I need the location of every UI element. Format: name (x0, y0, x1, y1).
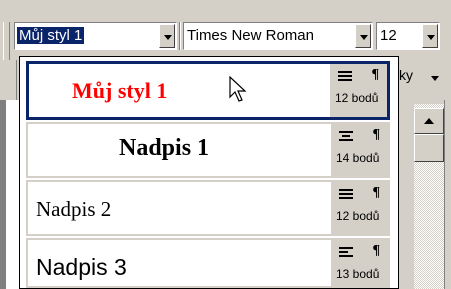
style-item-nadpis-2[interactable]: Nadpis 2 ¶ 12 bodů (26, 180, 390, 236)
align-justify-icon (339, 189, 353, 201)
font-size-value[interactable]: 12 (380, 27, 397, 44)
font-size-dropdown-arrow-icon[interactable] (422, 24, 438, 48)
style-combobox[interactable]: Můj styl 1 (14, 22, 177, 50)
style-combobox-value[interactable]: Můj styl 1 (17, 27, 85, 44)
style-item-label: Můj styl 1 (72, 78, 168, 103)
font-size-combobox[interactable]: 12 (376, 22, 440, 50)
mouse-pointer-icon (229, 76, 247, 102)
style-item-label: Nadpis 1 (119, 135, 210, 161)
window-right-edge (444, 100, 451, 289)
style-item-meta: ¶ 13 bodů (331, 240, 388, 286)
style-size-label: 13 bodů (336, 267, 380, 281)
font-combobox-value[interactable]: Times New Roman (187, 27, 314, 44)
style-item-muj-styl-1[interactable]: Můj styl 1 ¶ 12 bodů (26, 61, 390, 120)
paragraph-mark-icon: ¶ (371, 67, 379, 82)
style-item-meta: ¶ 14 bodů (331, 124, 388, 176)
toolbar-grip[interactable] (3, 22, 10, 60)
style-item-meta: ¶ 12 bodů (331, 182, 388, 234)
style-dropdown-list: Můj styl 1 ¶ 12 bodů Nadpis 1 ¶ 14 bodů … (19, 56, 399, 289)
style-dropdown-arrow-icon[interactable] (159, 24, 175, 48)
align-center-icon (339, 131, 353, 143)
style-item-meta: ¶ 12 bodů (330, 64, 387, 117)
hidden-menu-label[interactable]: ky (399, 67, 413, 83)
scrollbar-thumb[interactable] (414, 134, 444, 162)
formatting-toolbar: Můj styl 1 Times New Roman 12 (0, 0, 451, 60)
style-size-label: 14 bodů (336, 151, 380, 165)
style-size-label: 12 bodů (336, 209, 380, 223)
second-toolbar-grip[interactable] (0, 60, 17, 100)
paragraph-mark-icon: ¶ (372, 243, 380, 258)
style-item-label: Nadpis 2 (36, 197, 112, 221)
paragraph-mark-icon: ¶ (372, 127, 380, 142)
align-justify-icon (338, 71, 352, 83)
paragraph-mark-icon: ¶ (372, 185, 380, 200)
hidden-menu-arrow-icon[interactable] (431, 76, 439, 81)
style-item-nadpis-3[interactable]: Nadpis 3 ¶ 13 bodů (26, 238, 390, 288)
scroll-up-button[interactable] (414, 108, 444, 134)
font-combobox[interactable]: Times New Roman (183, 22, 373, 50)
style-item-nadpis-1[interactable]: Nadpis 1 ¶ 14 bodů (26, 122, 390, 178)
toolbar-separator (179, 22, 181, 50)
style-item-label: Nadpis 3 (36, 254, 127, 280)
align-left-icon (339, 247, 353, 259)
style-size-label: 12 bodů (335, 91, 379, 105)
font-dropdown-arrow-icon[interactable] (355, 24, 371, 48)
